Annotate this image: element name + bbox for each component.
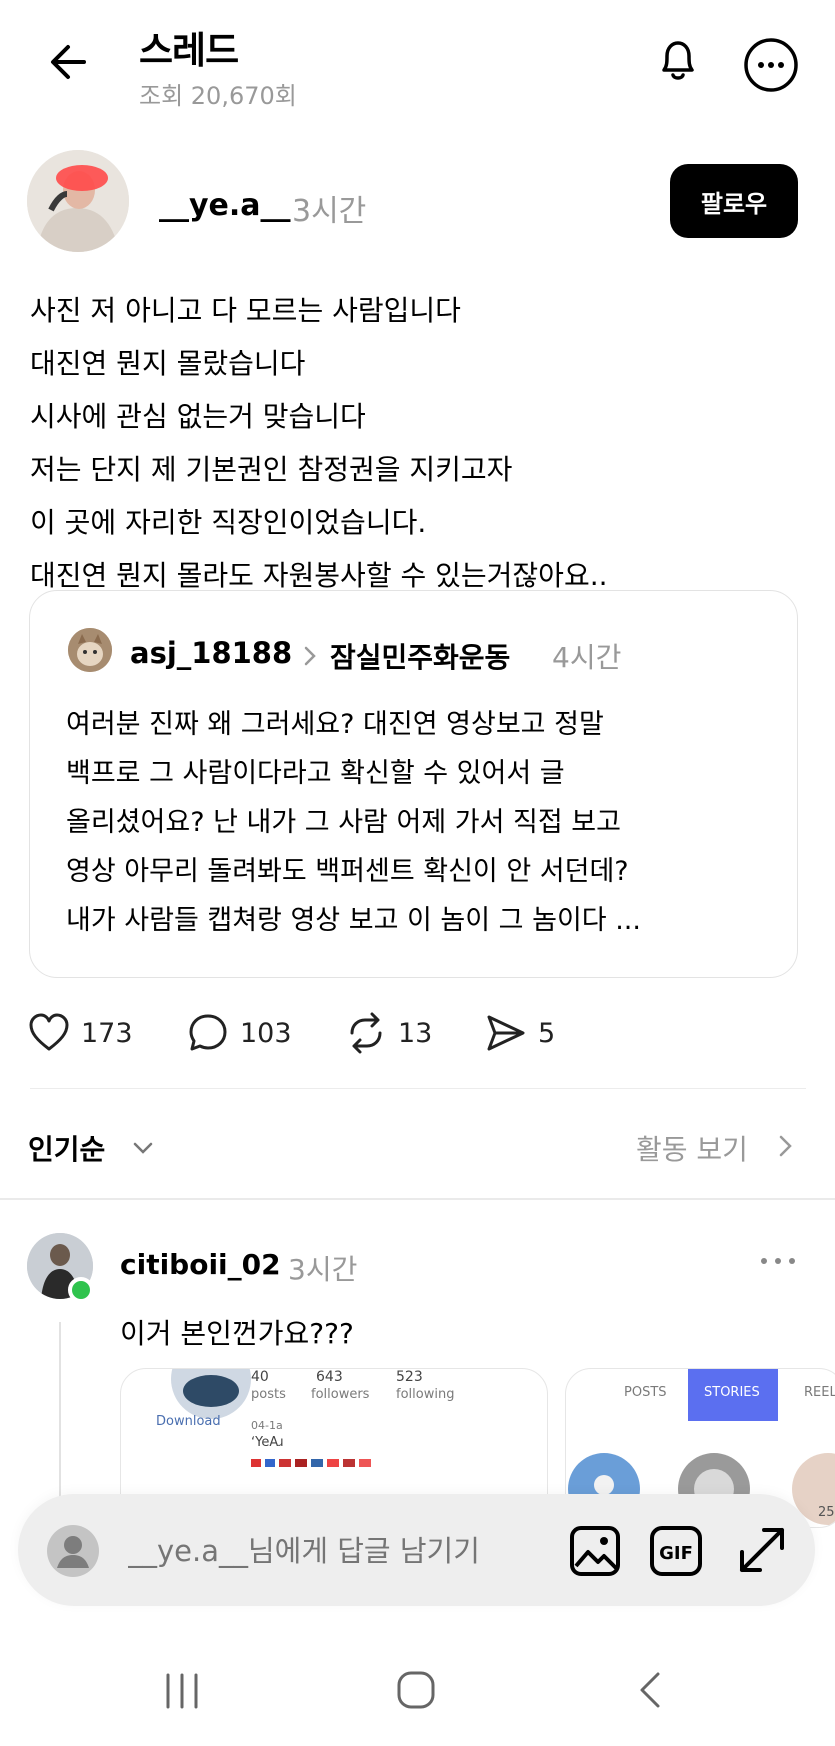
- post-line: 사진 저 아니고 다 모르는 사람입니다: [30, 294, 461, 327]
- post-line: 대진연 뭔지 몰랐습니다: [30, 347, 306, 380]
- comment-button[interactable]: 103: [186, 1011, 292, 1055]
- stat-following-label: following: [396, 1387, 455, 1402]
- user-avatar-icon: [46, 1524, 100, 1578]
- attach-image-button[interactable]: [568, 1524, 622, 1578]
- download-link: Download: [156, 1414, 221, 1429]
- image-icon: [570, 1526, 620, 1576]
- stat-followers: 643: [316, 1369, 343, 1385]
- quoted-author[interactable]: asj_18188: [130, 636, 292, 670]
- stat-posts-label: posts: [251, 1387, 286, 1402]
- repost-icon: [350, 1012, 382, 1054]
- view-activity-link[interactable]: 활동 보기: [636, 1128, 748, 1168]
- quoted-body: 여러분 진짜 왜 그러세요? 대진연 영상보고 정말 백프로 그 사람이다라고 …: [66, 700, 786, 945]
- post-line: 시사에 관심 없는거 맞습니다: [30, 400, 366, 433]
- reply-input[interactable]: [128, 1534, 548, 1568]
- like-count: 173: [81, 1017, 133, 1049]
- tab-stories: STORIES: [704, 1385, 760, 1400]
- tab-posts: POSTS: [624, 1385, 667, 1400]
- quoted-line: 내가 사람들 캡쳐랑 영상 보고 이 놈이 그 놈이다 ...: [66, 905, 641, 936]
- post-body: 사진 저 아니고 다 모르는 사람입니다 대진연 뭔지 몰랐습니다 시사에 관심…: [30, 284, 810, 602]
- arrow-left-icon: [51, 45, 86, 79]
- comment-count: 103: [240, 1017, 292, 1049]
- author-avatar[interactable]: [27, 150, 129, 252]
- post-line: 이 곳에 자리한 직장인이었습니다.: [30, 506, 427, 539]
- section-divider: [0, 1198, 835, 1200]
- home-icon: [397, 1671, 435, 1709]
- reply-text: 이거 본인껀가요???: [120, 1317, 354, 1350]
- home-button[interactable]: [396, 1670, 436, 1710]
- story-count: 25: [818, 1505, 835, 1520]
- bio-name: ʻYeAɹ: [251, 1435, 284, 1450]
- post-author[interactable]: __ye.a__: [159, 188, 291, 223]
- more-horizontal-icon: [744, 38, 798, 92]
- quoted-time: 4시간: [552, 641, 622, 674]
- quoted-line: 올리셨어요? 난 내가 그 사람 어제 가서 직접 보고: [66, 807, 621, 838]
- attach-gif-button[interactable]: GIF: [648, 1524, 704, 1578]
- gif-icon: GIF: [650, 1526, 702, 1576]
- page-title: 스레드: [139, 29, 239, 72]
- recent-apps-icon: [166, 1673, 198, 1709]
- expand-icon: [740, 1528, 784, 1572]
- quoted-community[interactable]: 잠실민주화운동: [330, 636, 510, 676]
- recent-apps-button[interactable]: [162, 1672, 202, 1710]
- view-count: 조회 20,670회: [139, 82, 297, 110]
- system-back-button[interactable]: [636, 1670, 664, 1710]
- chevron-left-icon: [640, 1672, 660, 1708]
- divider: [30, 1088, 806, 1089]
- stat-followers-label: followers: [311, 1387, 370, 1402]
- repost-count: 13: [398, 1017, 433, 1049]
- reply-time: 3시간: [288, 1253, 358, 1286]
- bell-icon: [662, 41, 694, 80]
- quoted-line: 백프로 그 사람이다라고 확신할 수 있어서 글: [66, 758, 565, 789]
- flag-emoji-row: [251, 1459, 371, 1467]
- share-button[interactable]: 5: [484, 1011, 555, 1055]
- notification-button[interactable]: [650, 32, 706, 88]
- post-time: 3시간: [292, 194, 367, 229]
- share-count: 5: [538, 1017, 556, 1049]
- heart-icon: [29, 1013, 69, 1051]
- stat-following: 523: [396, 1369, 423, 1385]
- quoted-line: 여러분 진짜 왜 그러세요? 대진연 영상보고 정말: [66, 709, 604, 740]
- like-button[interactable]: 173: [27, 1011, 133, 1055]
- thread-line: [59, 1322, 61, 1522]
- repost-button[interactable]: 13: [344, 1011, 432, 1055]
- quoted-line: 영상 아무리 돌려봐도 백퍼센트 확신이 안 서던데?: [66, 856, 629, 887]
- bio-small: 04-1a: [251, 1419, 283, 1432]
- back-button[interactable]: [44, 36, 96, 88]
- comment-icon: [189, 1014, 227, 1051]
- quoted-author-avatar: [68, 628, 112, 672]
- chevron-down-icon: [130, 1135, 156, 1161]
- reply-author[interactable]: citiboii_02: [120, 1248, 281, 1281]
- follow-button[interactable]: 팔로우: [670, 164, 798, 238]
- send-icon: [487, 1015, 525, 1051]
- online-status-indicator: [68, 1277, 94, 1303]
- stat-posts: 40: [251, 1369, 269, 1385]
- expand-composer-button[interactable]: [734, 1522, 790, 1578]
- reply-more-button[interactable]: [756, 1246, 800, 1276]
- tab-reels: REELS: [804, 1385, 835, 1400]
- post-line: 저는 단지 제 기본권인 참정권을 지키고자: [30, 453, 513, 486]
- chevron-right-icon: [775, 1131, 795, 1161]
- chevron-right-icon: [300, 643, 320, 669]
- more-horizontal-icon: [761, 1258, 795, 1264]
- more-options-button[interactable]: [742, 36, 800, 94]
- svg-text:GIF: GIF: [659, 1543, 693, 1564]
- sort-dropdown[interactable]: 인기순: [28, 1128, 105, 1168]
